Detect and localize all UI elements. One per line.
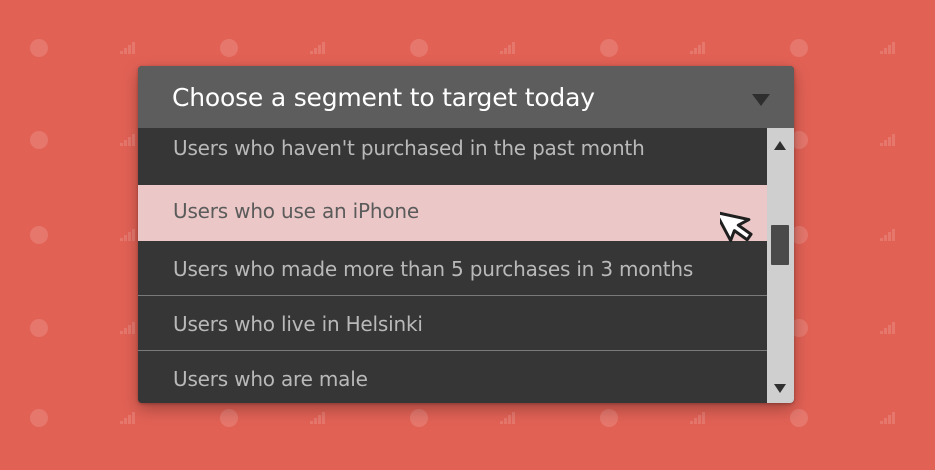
dot-icon — [790, 39, 808, 57]
signal-bars-icon — [690, 42, 705, 54]
option-label: Users who haven't purchased in the past … — [173, 136, 645, 160]
scrollbar[interactable] — [767, 128, 794, 403]
dot-icon — [600, 409, 618, 427]
signal-bars-icon — [310, 42, 325, 54]
signal-bars-icon — [120, 322, 135, 334]
signal-bars-icon — [310, 412, 325, 424]
dropdown-header[interactable]: Choose a segment to target today — [138, 66, 794, 128]
option-label: Users who made more than 5 purchases in … — [173, 257, 694, 281]
option-not-purchased-past-month[interactable]: Users who haven't purchased in the past … — [138, 128, 767, 185]
options-list: Users who haven't purchased in the past … — [138, 128, 767, 403]
option-male-users[interactable]: Users who are male — [138, 351, 767, 403]
signal-bars-icon — [880, 42, 895, 54]
signal-bars-icon — [880, 134, 895, 146]
signal-bars-icon — [880, 322, 895, 334]
signal-bars-icon — [690, 412, 705, 424]
dot-icon — [790, 409, 808, 427]
signal-bars-icon — [120, 134, 135, 146]
option-iphone-users[interactable]: Users who use an iPhone — [138, 185, 767, 241]
dot-icon — [30, 39, 48, 57]
dot-icon — [30, 226, 48, 244]
option-frequent-purchasers[interactable]: Users who made more than 5 purchases in … — [138, 241, 767, 296]
dot-icon — [30, 131, 48, 149]
dot-icon — [30, 319, 48, 337]
segment-dropdown[interactable]: Choose a segment to target today Users w… — [138, 66, 794, 403]
signal-bars-icon — [500, 412, 515, 424]
dot-icon — [220, 39, 238, 57]
chevron-down-icon[interactable] — [752, 94, 770, 106]
dot-icon — [410, 409, 428, 427]
mouse-pointer-icon — [720, 210, 753, 243]
dot-icon — [30, 409, 48, 427]
dot-icon — [600, 39, 618, 57]
signal-bars-icon — [120, 229, 135, 241]
option-label: Users who live in Helsinki — [173, 312, 423, 336]
option-helsinki-residents[interactable]: Users who live in Helsinki — [138, 296, 767, 351]
signal-bars-icon — [120, 412, 135, 424]
signal-bars-icon — [500, 42, 515, 54]
dropdown-title: Choose a segment to target today — [172, 83, 595, 112]
scroll-up-arrow-icon[interactable] — [774, 141, 786, 150]
signal-bars-icon — [880, 412, 895, 424]
signal-bars-icon — [880, 229, 895, 241]
scrollbar-thumb[interactable] — [771, 225, 789, 265]
signal-bars-icon — [120, 42, 135, 54]
dot-icon — [220, 409, 238, 427]
scroll-down-arrow-icon[interactable] — [774, 384, 786, 393]
option-label: Users who use an iPhone — [173, 199, 419, 223]
option-label: Users who are male — [173, 367, 368, 391]
dot-icon — [410, 39, 428, 57]
